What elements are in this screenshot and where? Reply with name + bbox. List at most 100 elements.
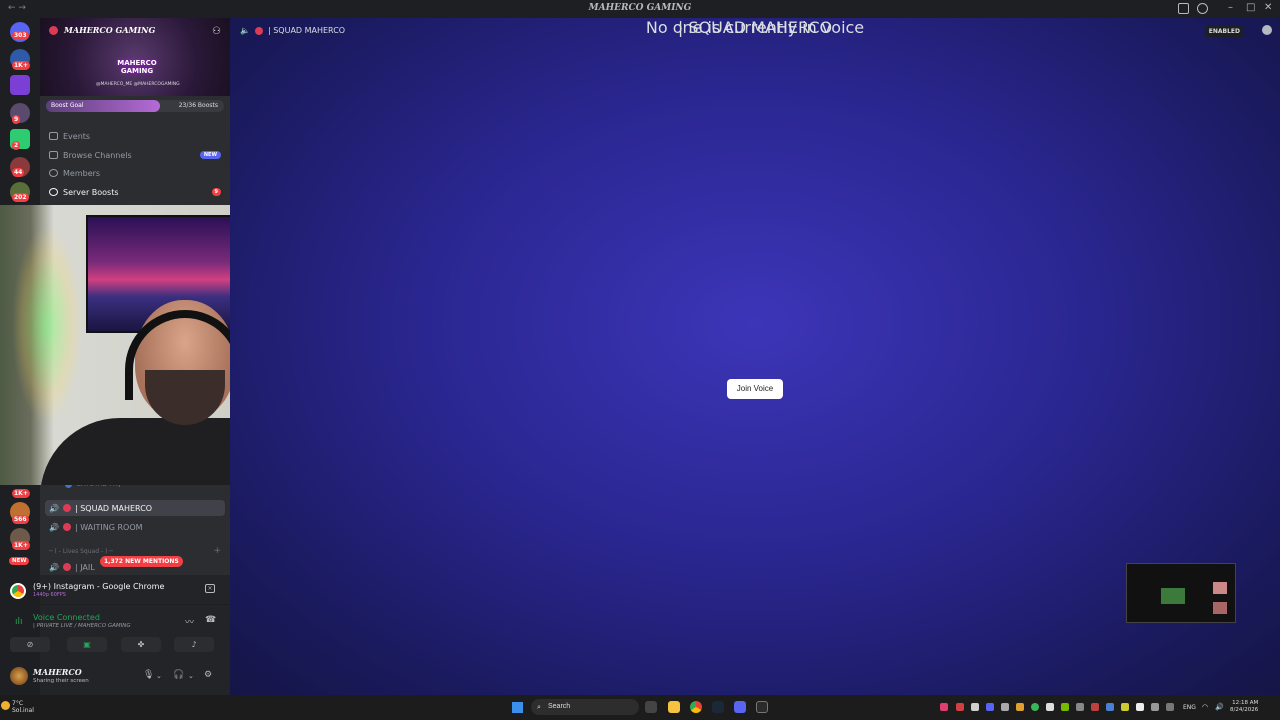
- activities-button[interactable]: ✤: [121, 637, 161, 652]
- server-name[interactable]: MAHERCO GAMING: [64, 25, 155, 35]
- voice-channel-view: 🔈 | SQUAD MAHERCO ENABLED | SQUAD MAHERC…: [230, 18, 1280, 695]
- tray-app-icon[interactable]: [1001, 703, 1009, 711]
- username[interactable]: MAHERCO: [33, 667, 82, 677]
- nav-server-boosts-label: Server Boosts: [63, 187, 119, 197]
- members-icon: [49, 169, 58, 177]
- tray-app-icon[interactable]: [1106, 703, 1114, 711]
- settings-gear-icon[interactable]: ⚙: [204, 670, 212, 680]
- taskbar-clock[interactable]: 12:18 AM 8/24/2026: [1230, 700, 1258, 714]
- tray-app-icon[interactable]: [956, 703, 964, 711]
- server-banner-handles: @MAHERCO_ME @MAHERCOGAMING: [96, 82, 180, 87]
- chevron-down-icon[interactable]: ⌄: [188, 672, 194, 680]
- inbox-icon[interactable]: [1178, 3, 1189, 14]
- signal-icon[interactable]: ılı: [15, 617, 23, 627]
- boost-goal-label: Boost Goal: [51, 102, 84, 109]
- server-badge: 202: [12, 193, 29, 202]
- steam-icon[interactable]: [712, 701, 724, 713]
- tray-app-icon[interactable]: [1136, 703, 1144, 711]
- nav-events[interactable]: Events: [49, 129, 221, 143]
- dm-badge: 303: [12, 31, 29, 40]
- add-channel-icon[interactable]: +: [213, 546, 221, 556]
- screen-share-icon: ▣: [83, 640, 91, 649]
- preview-thumbnail: [1213, 582, 1227, 594]
- speaker-icon: 🔊: [49, 562, 59, 572]
- nav-server-boosts[interactable]: Server Boosts 9: [49, 185, 221, 199]
- new-mentions-pill[interactable]: 1,372 NEW MENTIONS: [100, 556, 183, 567]
- tray-app-icon[interactable]: [1091, 703, 1099, 711]
- channel-jail-label: | JAIL: [74, 562, 95, 572]
- user-status: Sharing their screen: [33, 678, 89, 684]
- voice-location[interactable]: | PRIVATE LIVE / MAHERCO GAMING: [33, 623, 131, 629]
- tray-app-icon[interactable]: [986, 703, 994, 711]
- screen-share-preview[interactable]: [1126, 563, 1236, 623]
- avatar[interactable]: [10, 667, 28, 685]
- tray-app-icon[interactable]: [1151, 703, 1159, 711]
- invite-people-icon[interactable]: ⚇: [212, 26, 221, 37]
- channel-squad-maherco[interactable]: 🔊 | SQUAD MAHERCO: [45, 500, 225, 516]
- channel-dot-icon: [62, 563, 71, 571]
- app-taskbar-icon[interactable]: [756, 701, 768, 713]
- video-button[interactable]: ⊘: [10, 637, 50, 652]
- windows-taskbar: 7°C Sol.inal Search ⌕ ENG ◠ 🔊 12:18 AM 8…: [0, 695, 1280, 720]
- preview-thumbnail: [1213, 602, 1227, 614]
- server-badge: 566: [12, 515, 29, 524]
- nvidia-icon[interactable]: [1061, 703, 1069, 711]
- stop-stream-icon[interactable]: ×: [205, 584, 215, 593]
- voice-status[interactable]: Voice Connected: [33, 613, 100, 622]
- chrome-taskbar-icon[interactable]: [690, 701, 702, 713]
- tray-app-icon[interactable]: [1046, 703, 1054, 711]
- user-panel: MAHERCO Sharing their screen 🎙 ⌄ 🎧 ⌄ ⚙: [10, 662, 230, 695]
- server-badge: 44: [12, 168, 25, 177]
- tray-app-icon[interactable]: [1076, 703, 1084, 711]
- volume-icon[interactable]: 🔊: [1215, 703, 1224, 711]
- tray-app-icon[interactable]: [1016, 703, 1024, 711]
- tray-app-icon[interactable]: [940, 703, 948, 711]
- server-badge-icon: [49, 26, 58, 35]
- channel-squad-label: | SQUAD MAHERCO: [74, 503, 153, 513]
- soundboard-icon: ♪: [191, 640, 197, 649]
- close-icon[interactable]: ✕: [1264, 2, 1272, 13]
- search-icon: ⌕: [537, 703, 541, 711]
- tray-app-icon[interactable]: [1121, 703, 1129, 711]
- camera-off-icon: ⊘: [26, 640, 34, 649]
- nav-members-label: Members: [63, 168, 101, 178]
- help-icon[interactable]: [1197, 3, 1208, 14]
- server-banner-logo: MAHERCO GAMING: [117, 59, 157, 75]
- weather-widget[interactable]: 7°C Sol.inal: [12, 700, 34, 714]
- maximize-icon[interactable]: □: [1246, 2, 1255, 13]
- server-badge: 9: [12, 115, 21, 124]
- wifi-icon[interactable]: ◠: [1202, 703, 1208, 711]
- tray-app-icon[interactable]: [1031, 703, 1039, 711]
- chevron-down-icon[interactable]: ⌄: [156, 672, 162, 680]
- server-icon[interactable]: [10, 75, 30, 95]
- soundboard-button[interactable]: ♪: [174, 637, 214, 652]
- language-indicator[interactable]: ENG: [1183, 704, 1196, 711]
- discord-taskbar-icon[interactable]: [734, 701, 746, 713]
- chevron-up-icon[interactable]: [1166, 703, 1174, 711]
- server-banner[interactable]: MAHERCO GAMING ⚇ MAHERCO GAMING @MAHERCO…: [40, 18, 230, 96]
- weather-icon[interactable]: [1, 701, 10, 710]
- calendar-icon: [49, 132, 58, 140]
- boost-goal-bar[interactable]: Boost Goal 23/36 Boosts: [46, 100, 224, 112]
- file-explorer-icon[interactable]: [668, 701, 680, 713]
- boost-count: 23/36 Boosts: [178, 102, 218, 109]
- microphone-icon[interactable]: 🎙: [143, 670, 154, 680]
- tray-app-icon[interactable]: [971, 703, 979, 711]
- join-voice-button[interactable]: Join Voice: [727, 379, 783, 399]
- server-badge: 1K+: [12, 541, 30, 550]
- windows-start-icon[interactable]: [512, 702, 523, 713]
- channel-waiting-room[interactable]: 🔊 | WAITING ROOM: [45, 519, 225, 535]
- browse-channels-icon: [49, 151, 58, 159]
- headphones-icon[interactable]: 🎧: [173, 670, 184, 680]
- task-view-icon[interactable]: [645, 701, 657, 713]
- noise-suppression-icon[interactable]: 〰: [185, 615, 194, 628]
- server-badge: 1K+: [12, 61, 30, 70]
- screen-share-button[interactable]: ▣: [67, 637, 107, 652]
- disconnect-icon[interactable]: ☎: [205, 615, 216, 625]
- minimize-icon[interactable]: –: [1228, 2, 1233, 13]
- nav-browse-channels-label: Browse Channels: [63, 150, 132, 160]
- taskbar-search[interactable]: Search: [531, 699, 639, 715]
- nav-members[interactable]: Members: [49, 166, 221, 180]
- weather-temp: 7°C: [12, 700, 24, 707]
- nav-browse-channels[interactable]: Browse Channels NEW: [49, 148, 221, 162]
